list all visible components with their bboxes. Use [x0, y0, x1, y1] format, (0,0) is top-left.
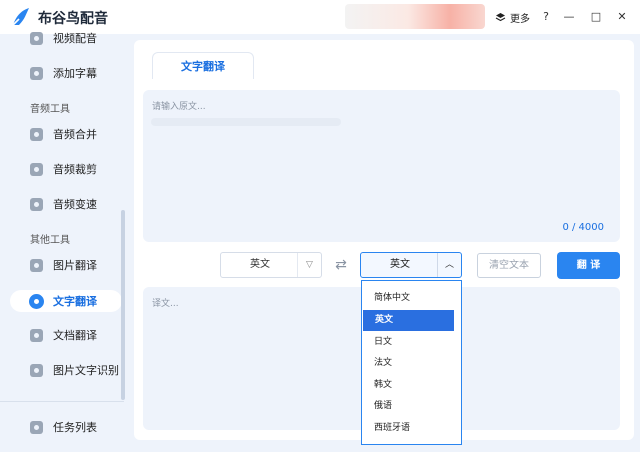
option-korean[interactable]: 韩文 [362, 375, 453, 396]
chevron-up-icon[interactable]: ︿ [437, 253, 461, 277]
sidebar-item-label: 音频裁剪 [53, 163, 97, 176]
sidebar-item-image-translate[interactable]: 图片翻译 [0, 251, 124, 279]
option-french[interactable]: 法文 [362, 353, 453, 374]
option-english[interactable]: 英文 [363, 310, 454, 331]
more-label: 更多 [510, 14, 530, 25]
char-counter: 0 / 4000 [562, 222, 604, 233]
task-list-icon [30, 420, 43, 434]
option-simplified-chinese[interactable]: 简体中文 [362, 288, 453, 309]
sidebar-item-label: 视频配音 [53, 32, 97, 45]
blurred-banner [345, 4, 485, 29]
audio-merge-icon [30, 127, 43, 141]
sidebar-item-video-dub[interactable]: 视频配音 [0, 24, 124, 52]
language-dropdown: 简体中文 英文 日文 法文 韩文 俄语 西班牙语 [361, 280, 462, 445]
sidebar-item-audio-cut[interactable]: 音频裁剪 [0, 155, 124, 183]
more-button[interactable]: 更多 [495, 10, 530, 25]
sidebar-item-audio-speed[interactable]: 音频变速 [0, 190, 124, 218]
option-russian[interactable]: 俄语 [362, 396, 453, 417]
layers-icon [495, 13, 506, 22]
section-audio-tools: 音频工具 [30, 104, 70, 115]
sidebar-item-doc-translate[interactable]: 文档翻译 [0, 321, 124, 349]
sidebar-scrollbar[interactable] [121, 210, 125, 400]
maximize-button[interactable]: □ [588, 9, 604, 25]
text-translate-icon [29, 293, 44, 309]
ocr-icon [30, 363, 43, 377]
sidebar-item-label: 添加字幕 [53, 67, 97, 80]
audio-speed-icon [30, 197, 43, 211]
clear-text-button[interactable]: 清空文本 [477, 253, 541, 278]
sidebar-item-label: 图片文字识别 [53, 364, 119, 377]
sidebar-item-label: 音频合并 [53, 128, 97, 141]
close-button[interactable]: ✕ [614, 9, 630, 25]
target-language-value: 英文 [390, 259, 410, 270]
sidebar-item-label: 文字翻译 [53, 295, 97, 308]
option-spanish[interactable]: 西班牙语 [362, 418, 453, 439]
output-placeholder: 译文... [152, 299, 179, 309]
image-translate-icon [30, 258, 43, 272]
subtitle-icon [30, 66, 43, 80]
sidebar-item-label: 图片翻译 [53, 259, 97, 272]
audio-cut-icon [30, 162, 43, 176]
sidebar-item-ocr[interactable]: 图片文字识别 [0, 356, 124, 384]
blurred-text [151, 118, 341, 126]
video-dub-icon [30, 31, 43, 45]
sidebar-divider [0, 401, 124, 402]
section-other-tools: 其他工具 [30, 235, 70, 246]
help-button[interactable]: ? [538, 9, 554, 25]
source-placeholder: 请输入原文... [152, 102, 206, 112]
sidebar-item-label: 文档翻译 [53, 329, 97, 342]
target-language-select[interactable]: 英文 ︿ [360, 252, 462, 278]
swap-languages-icon[interactable]: ⇄ [332, 258, 350, 272]
chevron-down-icon[interactable]: ▽ [297, 253, 321, 277]
sidebar-item-text-translate[interactable]: 文字翻译 [0, 287, 124, 315]
tab-text-translate[interactable]: 文字翻译 [152, 52, 254, 79]
sidebar-item-audio-merge[interactable]: 音频合并 [0, 120, 124, 148]
sidebar-item-label: 任务列表 [53, 421, 97, 434]
sidebar-item-add-subtitle[interactable]: 添加字幕 [0, 59, 124, 87]
sidebar-item-label: 音频变速 [53, 198, 97, 211]
source-text-input[interactable]: 请输入原文... 0 / 4000 [143, 90, 620, 242]
sidebar-item-task-list[interactable]: 任务列表 [0, 413, 124, 441]
option-japanese[interactable]: 日文 [362, 332, 453, 353]
source-language-select[interactable]: 英文 ▽ [220, 252, 322, 278]
minimize-button[interactable]: — [561, 9, 577, 25]
doc-translate-icon [30, 328, 43, 342]
translate-button[interactable]: 翻 译 [557, 252, 620, 279]
source-language-value: 英文 [250, 259, 270, 270]
